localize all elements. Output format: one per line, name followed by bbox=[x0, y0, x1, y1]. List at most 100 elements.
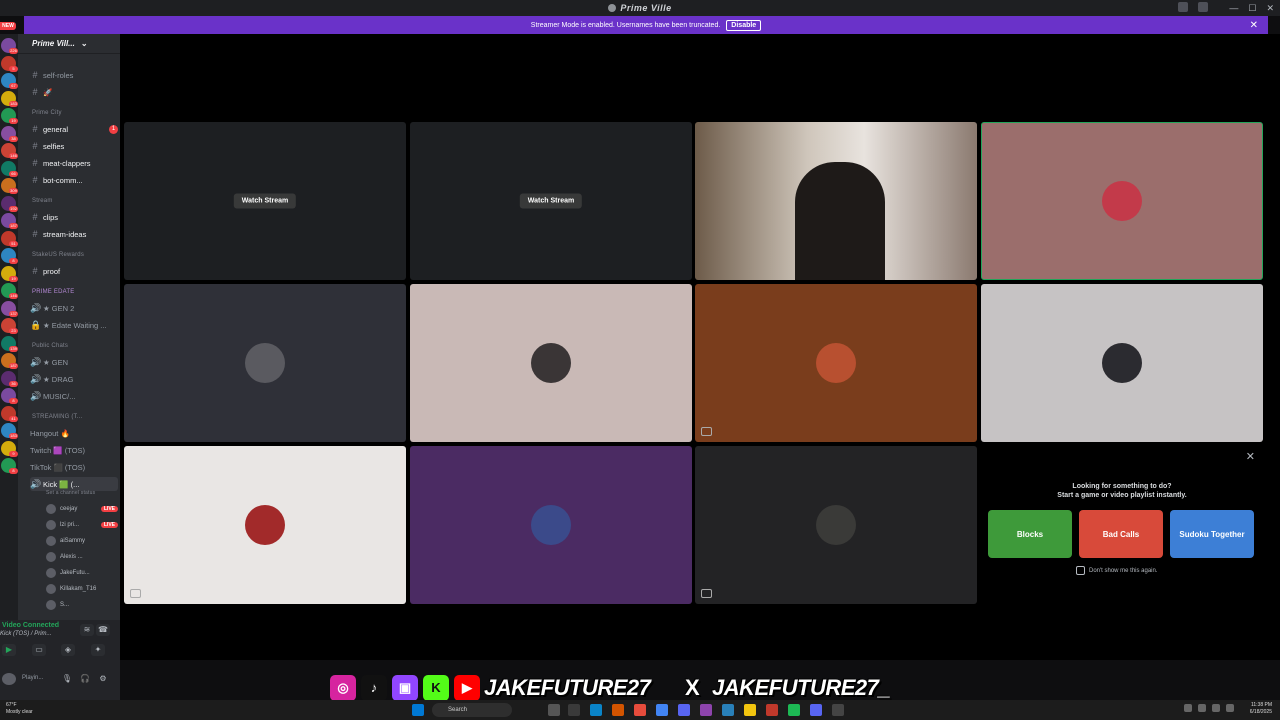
voice-user[interactable]: aiSammy bbox=[46, 534, 118, 548]
voice-user[interactable]: lzi pri... LIVE bbox=[46, 518, 118, 532]
server-icon[interactable]: 137 bbox=[1, 300, 18, 317]
channel-stream-ideas[interactable]: # stream-ideas bbox=[30, 227, 118, 241]
voice-channel-music[interactable]: 🔊 MUSIC/... bbox=[30, 389, 118, 403]
taskbar-clock[interactable]: 11:38 PM 6/18/2025 bbox=[1250, 702, 1272, 716]
channel-rocket[interactable]: # 🚀 bbox=[30, 85, 118, 99]
app-icon[interactable] bbox=[700, 704, 712, 716]
weather-widget[interactable]: 67°F Mostly clear bbox=[6, 702, 33, 716]
settings-gear-icon[interactable]: ⚙ bbox=[96, 673, 110, 685]
noise-suppression-icon[interactable]: ≋ bbox=[80, 624, 94, 636]
participant-tile[interactable] bbox=[410, 284, 692, 442]
participant-tile[interactable] bbox=[981, 122, 1263, 280]
participant-tile[interactable] bbox=[695, 122, 977, 280]
voice-channel-edate-waiting[interactable]: 🔒 ★ Edate Waiting ... bbox=[30, 318, 118, 332]
voice-channel-tiktok[interactable]: TikTok ⬛ (TOS) bbox=[30, 460, 118, 474]
discord-icon[interactable] bbox=[678, 704, 690, 716]
server-icon[interactable]: 309 bbox=[1, 178, 18, 194]
checkbox-icon[interactable] bbox=[1076, 566, 1085, 575]
headphones-icon[interactable]: 🎧 bbox=[78, 673, 92, 685]
help-icon[interactable] bbox=[1198, 2, 1208, 12]
server-icon[interactable]: 9 bbox=[1, 440, 18, 457]
channel-general[interactable]: # general 1 bbox=[30, 122, 118, 136]
category-stakeus-rewards[interactable]: StakeUS Rewards bbox=[32, 252, 84, 258]
server-icon[interactable]: 5 bbox=[1, 55, 18, 72]
server-icon[interactable]: 187 bbox=[1, 213, 18, 229]
activity-card-bad-calls[interactable]: Bad Calls bbox=[1079, 510, 1163, 558]
channel-clips[interactable]: # clips bbox=[30, 210, 118, 224]
app-icon[interactable] bbox=[722, 704, 734, 716]
dont-show-again-checkbox[interactable]: Don't show me this again. bbox=[1076, 566, 1158, 575]
voice-channel-hangout[interactable]: Hangout 🔥 bbox=[30, 426, 118, 440]
activity-card-blocks[interactable]: Blocks bbox=[988, 510, 1072, 558]
voice-channel-gen-2[interactable]: 🔊 ★ GEN 2 bbox=[30, 301, 118, 315]
activity-icon[interactable]: ◈ bbox=[61, 644, 75, 656]
server-icon[interactable]: 36 bbox=[1, 370, 18, 387]
server-icon[interactable]: 23 bbox=[1, 318, 18, 334]
start-icon[interactable] bbox=[412, 704, 424, 716]
channel-selfies[interactable]: # selfies bbox=[30, 139, 118, 153]
voice-user[interactable]: ceejay LIVE bbox=[46, 502, 118, 516]
popout-icon[interactable] bbox=[701, 427, 712, 436]
participant-tile[interactable]: Watch Stream bbox=[410, 122, 692, 280]
popout-icon[interactable] bbox=[701, 589, 712, 598]
participant-tile[interactable] bbox=[124, 284, 406, 442]
channel-proof[interactable]: # proof bbox=[30, 264, 118, 278]
voice-channel-gen[interactable]: 🔊 ★ GEN bbox=[30, 355, 118, 369]
microphone-icon[interactable]: 🎙 bbox=[60, 673, 74, 685]
server-icon[interactable]: 19 bbox=[1, 108, 18, 124]
camera-icon[interactable]: ▶ bbox=[2, 644, 16, 656]
app-icon[interactable] bbox=[634, 704, 646, 716]
task-view-icon[interactable] bbox=[548, 704, 560, 716]
app-icon[interactable] bbox=[612, 704, 624, 716]
server-icon[interactable]: 41 bbox=[1, 405, 18, 422]
battery-icon[interactable] bbox=[1226, 704, 1234, 712]
wifi-icon[interactable] bbox=[1198, 704, 1206, 712]
inbox-icon[interactable] bbox=[1178, 2, 1188, 12]
voice-channel-twitch[interactable]: Twitch 🟪 (TOS) bbox=[30, 443, 118, 457]
banner-close-icon[interactable]: ✕ bbox=[1250, 20, 1258, 31]
edge-icon[interactable] bbox=[590, 704, 602, 716]
activity-card-sudoku[interactable]: Sudoku Together bbox=[1170, 510, 1254, 558]
close-icon[interactable]: ✕ bbox=[1246, 450, 1255, 463]
voice-user[interactable]: S... bbox=[46, 598, 118, 612]
voice-user[interactable]: Alexis ... bbox=[46, 550, 118, 564]
app-icon[interactable] bbox=[766, 704, 778, 716]
minimize-icon[interactable]: — bbox=[1229, 3, 1238, 13]
server-icon[interactable]: 38 bbox=[1, 125, 18, 142]
voice-channel-name[interactable]: Kick (TOS) / Prim... bbox=[0, 631, 52, 637]
app-icon[interactable] bbox=[568, 704, 580, 716]
server-icon[interactable]: 139 bbox=[1, 335, 18, 352]
category-streaming[interactable]: STREAMING (T... bbox=[32, 414, 82, 420]
app-icon[interactable] bbox=[832, 704, 844, 716]
spotify-icon[interactable] bbox=[788, 704, 800, 716]
server-icon[interactable]: 146 bbox=[1, 283, 18, 299]
server-icon[interactable]: 192 bbox=[1, 195, 18, 212]
avatar[interactable] bbox=[2, 673, 16, 685]
category-prime-edate[interactable]: PRIME EDATE bbox=[32, 289, 74, 295]
voice-user[interactable]: Killakam_T16 bbox=[46, 582, 118, 596]
watch-stream-button[interactable]: Watch Stream bbox=[233, 193, 297, 209]
watch-stream-button[interactable]: Watch Stream bbox=[519, 193, 583, 209]
disconnect-icon[interactable]: ☎ bbox=[96, 624, 110, 636]
channel-status-hint[interactable]: Set a channel status bbox=[46, 490, 95, 496]
tray-icon[interactable] bbox=[1184, 704, 1192, 712]
server-icon[interactable]: 183 bbox=[1, 90, 18, 107]
server-icon[interactable]: 8 bbox=[1, 248, 18, 264]
popout-icon[interactable] bbox=[130, 589, 141, 598]
volume-icon[interactable] bbox=[1212, 704, 1220, 712]
voice-user[interactable]: JakeFutu... bbox=[46, 566, 118, 580]
server-icon[interactable]: 67 bbox=[1, 73, 18, 89]
participant-tile[interactable] bbox=[695, 446, 977, 604]
participant-tile[interactable] bbox=[695, 284, 977, 442]
voice-channel-kick[interactable]: 🔊 Kick 🟩 (... bbox=[30, 477, 118, 491]
maximize-icon[interactable]: ☐ bbox=[1248, 3, 1256, 14]
server-icon[interactable]: 51 bbox=[1, 230, 18, 247]
server-icon[interactable]: 8 bbox=[1, 458, 18, 474]
server-icon[interactable]: 19 bbox=[1, 265, 18, 282]
system-tray[interactable] bbox=[1184, 704, 1234, 712]
server-icon[interactable]: 187 bbox=[1, 353, 18, 369]
participant-tile[interactable] bbox=[410, 446, 692, 604]
server-icon[interactable]: 8 bbox=[1, 388, 18, 404]
server-icon[interactable]: 183 bbox=[1, 423, 18, 439]
app-icon[interactable] bbox=[810, 704, 822, 716]
